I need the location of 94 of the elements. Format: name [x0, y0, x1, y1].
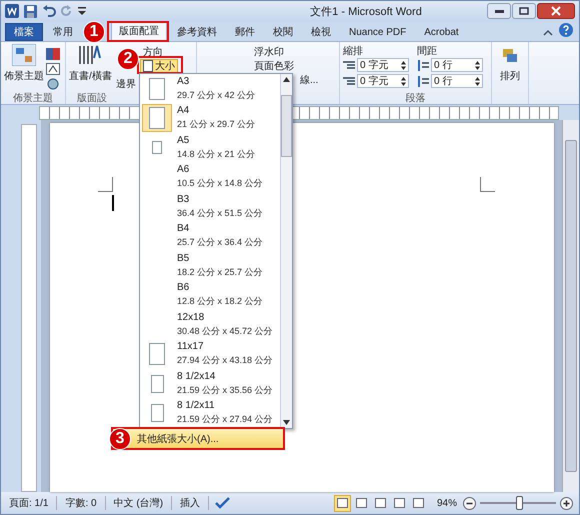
text-direction-button[interactable]: 直書/橫書: [69, 44, 112, 91]
maximize-icon: [519, 7, 529, 15]
view-icon: [336, 498, 348, 508]
indent-label: 縮排: [343, 44, 364, 56]
paper-size-item[interactable]: 11x17 27.94 公分 x 43.18 公分: [140, 340, 280, 369]
maximize-button[interactable]: [512, 3, 536, 19]
page-icon: [149, 78, 165, 100]
page-icon: [152, 141, 162, 154]
scrollbar[interactable]: [280, 74, 292, 428]
step-number: 1: [83, 21, 105, 43]
ribbon-tab[interactable]: 檔案: [5, 23, 43, 41]
paper-size-item[interactable]: B4 25.7 公分 x 36.4 公分: [140, 222, 280, 251]
indent-field[interactable]: 0 字元: [357, 58, 409, 72]
indent-icon: [343, 76, 355, 86]
page-icon: [149, 107, 165, 130]
page-icon: [150, 374, 164, 393]
size-button[interactable]: 大小: [140, 59, 178, 73]
zoom-level[interactable]: 94%: [436, 498, 457, 508]
view-button[interactable]: [334, 494, 351, 512]
save-icon[interactable]: [24, 4, 37, 18]
paper-size-item[interactable]: B3 36.4 公分 x 51.5 公分: [140, 192, 280, 222]
effects-icon[interactable]: [46, 78, 60, 90]
status-item: 中文 (台灣): [106, 496, 172, 510]
themes-button[interactable]: 佈景主題: [4, 44, 44, 91]
scroll-up-icon[interactable]: [283, 77, 290, 82]
paper-size-item[interactable]: A6 10.5 公分 x 14.8 公分: [140, 162, 280, 192]
indent-field[interactable]: 0 字元: [357, 74, 409, 88]
spinner-icon[interactable]: [475, 76, 480, 86]
spinner-icon[interactable]: [475, 60, 480, 70]
paper-size-item[interactable]: A3 29.7 公分 x 42 公分: [140, 74, 280, 104]
margins-button[interactable]: 邊界: [116, 77, 136, 89]
paper-size-item[interactable]: 12x18 30.48 公分 x 45.72 公分: [140, 310, 280, 340]
status-item: 頁面: 1/1: [1, 496, 58, 510]
zoom-in-icon[interactable]: [560, 496, 573, 510]
scrollbar[interactable]: [562, 120, 579, 492]
paper-size-item[interactable]: A5 14.8 公分 x 21 公分: [140, 133, 280, 162]
crop-mark: [98, 177, 112, 192]
spacing-field[interactable]: 0 行: [431, 74, 483, 88]
page-icon: [149, 343, 165, 366]
view-icon: [394, 498, 405, 508]
orientation-button[interactable]: 方向: [140, 44, 178, 58]
ribbon-tab[interactable]: 檢視: [303, 23, 339, 41]
minimize-icon: [494, 10, 504, 12]
group-label: 段落: [404, 92, 426, 104]
customize-icon[interactable]: [78, 6, 86, 16]
ribbon-tab[interactable]: 郵件: [227, 23, 263, 41]
spinner-icon[interactable]: [401, 60, 406, 70]
ribbon-tab[interactable]: Acrobat: [416, 23, 467, 41]
close-icon: [551, 6, 561, 16]
view-icon: [374, 498, 386, 508]
paper-size-item[interactable]: 8 1/2x11 21.59 公分 x 27.94 公分: [140, 398, 280, 428]
ribbon-tab[interactable]: 常用: [45, 23, 81, 41]
paper-size-item[interactable]: A4 21 公分 x 29.7 公分: [140, 104, 280, 133]
text-cursor: [112, 195, 114, 211]
status-item: 插入: [172, 496, 210, 510]
status-item: 字數: 0: [57, 496, 106, 510]
spacing-label: 間距: [417, 45, 438, 56]
page-icon: [150, 404, 164, 422]
page-background-button[interactable]: 線...: [297, 72, 336, 86]
indent-icon: [343, 60, 355, 70]
highlight-frame: [107, 21, 169, 42]
spacing-icon: [417, 60, 429, 70]
group-label: 佈景主題: [12, 92, 54, 104]
close-button[interactable]: [537, 3, 575, 19]
page-background-button[interactable]: 浮水印: [251, 44, 336, 58]
window-title: 文件1 - Microsoft Word: [309, 4, 423, 18]
paper-size-item[interactable]: B5 18.2 公分 x 25.7 公分: [140, 251, 280, 280]
proofing-icon[interactable]: [215, 497, 232, 509]
undo-icon[interactable]: [42, 5, 56, 17]
view-icon: [356, 498, 367, 508]
colors-icon[interactable]: [46, 48, 60, 60]
help-icon[interactable]: [559, 23, 573, 37]
scroll-down-icon[interactable]: [283, 420, 290, 425]
spacing-icon: [417, 76, 429, 86]
paper-size-item[interactable]: B6 12.8 公分 x 18.2 公分: [140, 280, 280, 310]
minimize-button[interactable]: [487, 3, 511, 19]
word-logo-icon[interactable]: [5, 4, 19, 18]
fonts-icon[interactable]: [46, 63, 60, 75]
ribbon-tab[interactable]: Nuance PDF: [341, 23, 414, 41]
scroll-thumb[interactable]: [281, 95, 292, 157]
paper-size-item[interactable]: 8 1/2x14 21.59 公分 x 35.56 公分: [140, 369, 280, 398]
group-label: 版面設: [76, 92, 107, 104]
themes-icon: [12, 44, 36, 66]
zoom-out-icon[interactable]: [463, 496, 476, 510]
ribbon-tab[interactable]: 參考資料: [169, 23, 225, 41]
spacing-field[interactable]: 0 行: [431, 58, 483, 72]
text-direction-icon: [77, 44, 104, 66]
collapse-ribbon-icon[interactable]: [543, 29, 553, 37]
arrange-button[interactable]: 排列: [495, 46, 525, 83]
spinner-icon[interactable]: [401, 76, 406, 86]
view-icon: [412, 498, 424, 508]
crop-mark: [480, 177, 494, 192]
ribbon-tab[interactable]: 校閱: [265, 23, 301, 41]
page-background-button[interactable]: 頁面色彩: [251, 58, 336, 72]
